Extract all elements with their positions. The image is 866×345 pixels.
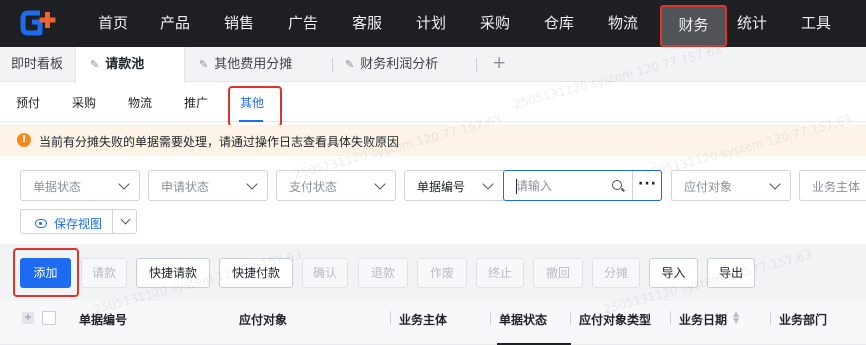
column-divider[interactable]: [670, 311, 671, 325]
nav-item-finance[interactable]: 财务: [660, 5, 727, 47]
column-divider[interactable]: [490, 311, 491, 325]
tab-label: 其他费用分摊: [214, 57, 293, 72]
confirm-button[interactable]: 确认: [302, 258, 348, 288]
business-entity-select[interactable]: 业务主体: [799, 170, 866, 201]
chevron-down-icon: [374, 178, 386, 190]
save-view-button[interactable]: 保存视图: [20, 209, 137, 234]
select-value: 单据编号: [417, 180, 466, 194]
save-view-label: 保存视图: [35, 215, 102, 232]
tab-label: 即时看板: [11, 57, 64, 72]
pay-status-select[interactable]: 支付状态: [276, 170, 396, 201]
alert-message: 当前有分摊失败的单据需要处理，请通过操作日志查看具体失败原因: [39, 135, 400, 149]
column-divider[interactable]: [770, 311, 771, 325]
add-button-highlight-box: [13, 248, 79, 297]
terminate-button[interactable]: 终止: [476, 258, 524, 288]
button-divider: [112, 210, 113, 233]
tab-label: 财务利润分析: [360, 57, 439, 72]
subtab-purchase[interactable]: 采购: [72, 94, 96, 111]
chevron-down-icon: [246, 178, 258, 190]
nav-item-statistics[interactable]: 统计: [735, 0, 769, 47]
tab-divider: [476, 58, 477, 72]
select-placeholder: 支付状态: [289, 180, 338, 194]
category-subtabs: 预付 采购 物流 推广 其他: [0, 82, 866, 122]
select-placeholder: 应付对象: [684, 180, 733, 194]
withdraw-button[interactable]: 撤回: [533, 258, 583, 288]
payee-select[interactable]: 应付对象: [671, 170, 791, 201]
column-header-doc-number[interactable]: 单据编号: [79, 311, 127, 328]
refund-button[interactable]: 退款: [358, 258, 408, 288]
subtab-promotion[interactable]: 推广: [184, 94, 208, 111]
nav-item-tools[interactable]: 工具: [799, 0, 833, 47]
tab-divider: [332, 58, 333, 72]
select-placeholder: 业务主体: [812, 180, 861, 194]
tab-payment-request-pool[interactable]: ✎ 请款池: [75, 47, 185, 83]
select-placeholder: 申请状态: [161, 180, 210, 194]
column-divider[interactable]: [390, 311, 391, 325]
column-header-department[interactable]: 业务部门: [779, 311, 827, 328]
column-header-doc-status[interactable]: 单据状态: [499, 311, 547, 328]
warning-icon: !: [17, 133, 31, 147]
nav-item-ads[interactable]: 广告: [286, 0, 320, 47]
select-all-checkbox[interactable]: [42, 311, 56, 325]
chevron-down-icon: [118, 178, 130, 190]
nav-item-home[interactable]: 首页: [96, 0, 130, 47]
column-header-business-date[interactable]: 业务日期: [679, 311, 727, 328]
nav-item-products[interactable]: 产品: [158, 0, 192, 47]
sort-icon[interactable]: ▲ ▼: [733, 310, 739, 325]
search-icon[interactable]: [612, 180, 622, 190]
column-header-payee[interactable]: 应付对象: [239, 311, 287, 328]
request-payment-button[interactable]: 请款: [81, 258, 127, 288]
subtab-logistics[interactable]: 物流: [128, 94, 152, 111]
subtab-prepay[interactable]: 预付: [16, 94, 40, 111]
column-header-payee-type[interactable]: 应付对象类型: [579, 311, 651, 328]
nav-item-plan[interactable]: 计划: [414, 0, 448, 47]
tab-label: 请款池: [105, 57, 145, 72]
table-header: + 单据编号 应付对象 业务主体 单据状态 应付对象类型 业务日期 ▲ ▼ 业务部…: [0, 301, 866, 345]
chevron-down-icon[interactable]: [120, 214, 131, 225]
page-tab-bar: 即时看板 ✎ 请款池 ✎ 其他费用分摊 ✎ 财务利润分析 +: [0, 47, 866, 83]
chevron-down-icon: [482, 178, 494, 190]
expand-all-icon[interactable]: +: [22, 312, 34, 324]
search-input-group: ···: [503, 170, 662, 201]
eye-icon: [35, 219, 47, 228]
nav-item-warehouse[interactable]: 仓库: [542, 0, 576, 47]
tab-dashboard[interactable]: 即时看板: [11, 47, 63, 82]
export-button[interactable]: 导出: [707, 258, 755, 288]
search-input[interactable]: [516, 177, 616, 195]
tab-finance-profit-analysis[interactable]: ✎ 财务利润分析: [345, 47, 438, 82]
select-placeholder: 单据状态: [33, 180, 82, 194]
quick-pay-button[interactable]: 快捷付款: [219, 258, 293, 288]
column-divider[interactable]: [570, 311, 571, 325]
pin-icon[interactable]: ✎: [199, 47, 208, 82]
allocate-button[interactable]: 分摊: [592, 258, 640, 288]
more-options-button[interactable]: ···: [632, 171, 662, 200]
tab-other-cost-allocation[interactable]: ✎ 其他费用分摊: [199, 47, 292, 82]
doc-status-select[interactable]: 单据状态: [20, 170, 140, 201]
column-header-business-entity[interactable]: 业务主体: [399, 311, 447, 328]
pin-icon[interactable]: ✎: [345, 47, 354, 82]
top-navigation-bar: 首页 产品 销售 广告 客服 计划 采购 仓库 物流 财务 统计 工具: [0, 0, 866, 47]
quick-request-button[interactable]: 快捷请款: [136, 258, 210, 288]
chevron-down-icon: [769, 178, 781, 190]
nav-item-sales[interactable]: 销售: [222, 0, 256, 47]
nav-item-customer-service[interactable]: 客服: [350, 0, 384, 47]
subtab-other-highlight-box: [228, 86, 282, 127]
save-view-text: 保存视图: [54, 217, 103, 231]
apply-status-select[interactable]: 申请状态: [148, 170, 268, 201]
allocation-failure-alert: ! 当前有分摊失败的单据需要处理，请通过操作日志查看具体失败原因: [0, 125, 866, 156]
search-field-select[interactable]: 单据编号: [404, 170, 504, 201]
nav-item-purchase[interactable]: 采购: [478, 0, 512, 47]
import-button[interactable]: 导入: [649, 258, 698, 288]
app-logo[interactable]: [20, 9, 72, 37]
void-button[interactable]: 作废: [417, 258, 467, 288]
nav-item-logistics[interactable]: 物流: [606, 0, 640, 47]
pin-icon[interactable]: ✎: [90, 47, 99, 82]
add-tab-button[interactable]: +: [492, 47, 506, 82]
